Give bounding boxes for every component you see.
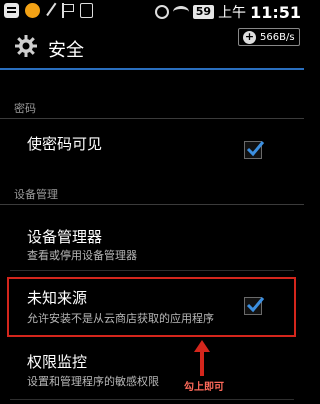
ampm-label: 上午 xyxy=(218,5,247,21)
check-icon xyxy=(246,297,265,313)
flag-icon xyxy=(62,3,74,18)
clock: 11:51 xyxy=(250,2,301,22)
item-subtitle: 查看或停用设备管理器 xyxy=(27,249,137,262)
app-notification-icon xyxy=(25,3,40,18)
item-title: 未知来源 xyxy=(27,289,88,307)
item-title: 使密码可见 xyxy=(27,135,103,153)
item-subtitle: 允许安装不是从云商店获取的应用程序 xyxy=(27,312,214,325)
show-password-checkbox[interactable] xyxy=(244,141,265,159)
wifi-icon xyxy=(172,6,189,18)
divider xyxy=(10,399,294,400)
alarm-icon xyxy=(154,5,169,19)
sd-card-icon xyxy=(80,3,93,18)
battery-level: 59 xyxy=(192,5,215,19)
message-icon xyxy=(4,3,19,18)
pen-icon xyxy=(46,2,60,19)
section-label: 密码 xyxy=(14,102,36,115)
notification-icons xyxy=(4,2,93,19)
speed-plus-icon: + xyxy=(243,29,256,44)
section-label: 设备管理 xyxy=(14,188,58,201)
system-indicators: 59 上午 11:51 xyxy=(154,2,301,22)
status-bar: 59 上午 11:51 xyxy=(0,0,304,24)
title-bar: 安全 + 566B/s xyxy=(0,24,304,70)
page-title: 安全 xyxy=(48,40,84,61)
setting-permission-monitor[interactable]: 权限监控 设置和管理程序的敏感权限 xyxy=(0,337,304,397)
item-title: 设备管理器 xyxy=(27,228,103,246)
setting-device-admins[interactable]: 设备管理器 查看或停用设备管理器 xyxy=(0,205,304,267)
setting-show-password[interactable]: 使密码可见 xyxy=(0,119,304,179)
unknown-sources-checkbox[interactable] xyxy=(244,297,265,315)
annotation-label: 勾上即可 xyxy=(184,382,224,393)
section-header-password: 密码 xyxy=(0,96,304,119)
gear-icon[interactable] xyxy=(14,34,38,58)
item-subtitle: 设置和管理程序的敏感权限 xyxy=(27,375,159,388)
setting-unknown-sources[interactable]: 未知来源 允许安装不是从云商店获取的应用程序 xyxy=(0,277,304,337)
network-speed: 566B/s xyxy=(260,31,295,43)
item-title: 权限监控 xyxy=(27,353,88,371)
check-icon xyxy=(246,141,265,157)
network-speed-widget[interactable]: + 566B/s xyxy=(238,28,300,46)
section-header-device-admin: 设备管理 xyxy=(0,182,304,205)
divider xyxy=(10,270,294,271)
